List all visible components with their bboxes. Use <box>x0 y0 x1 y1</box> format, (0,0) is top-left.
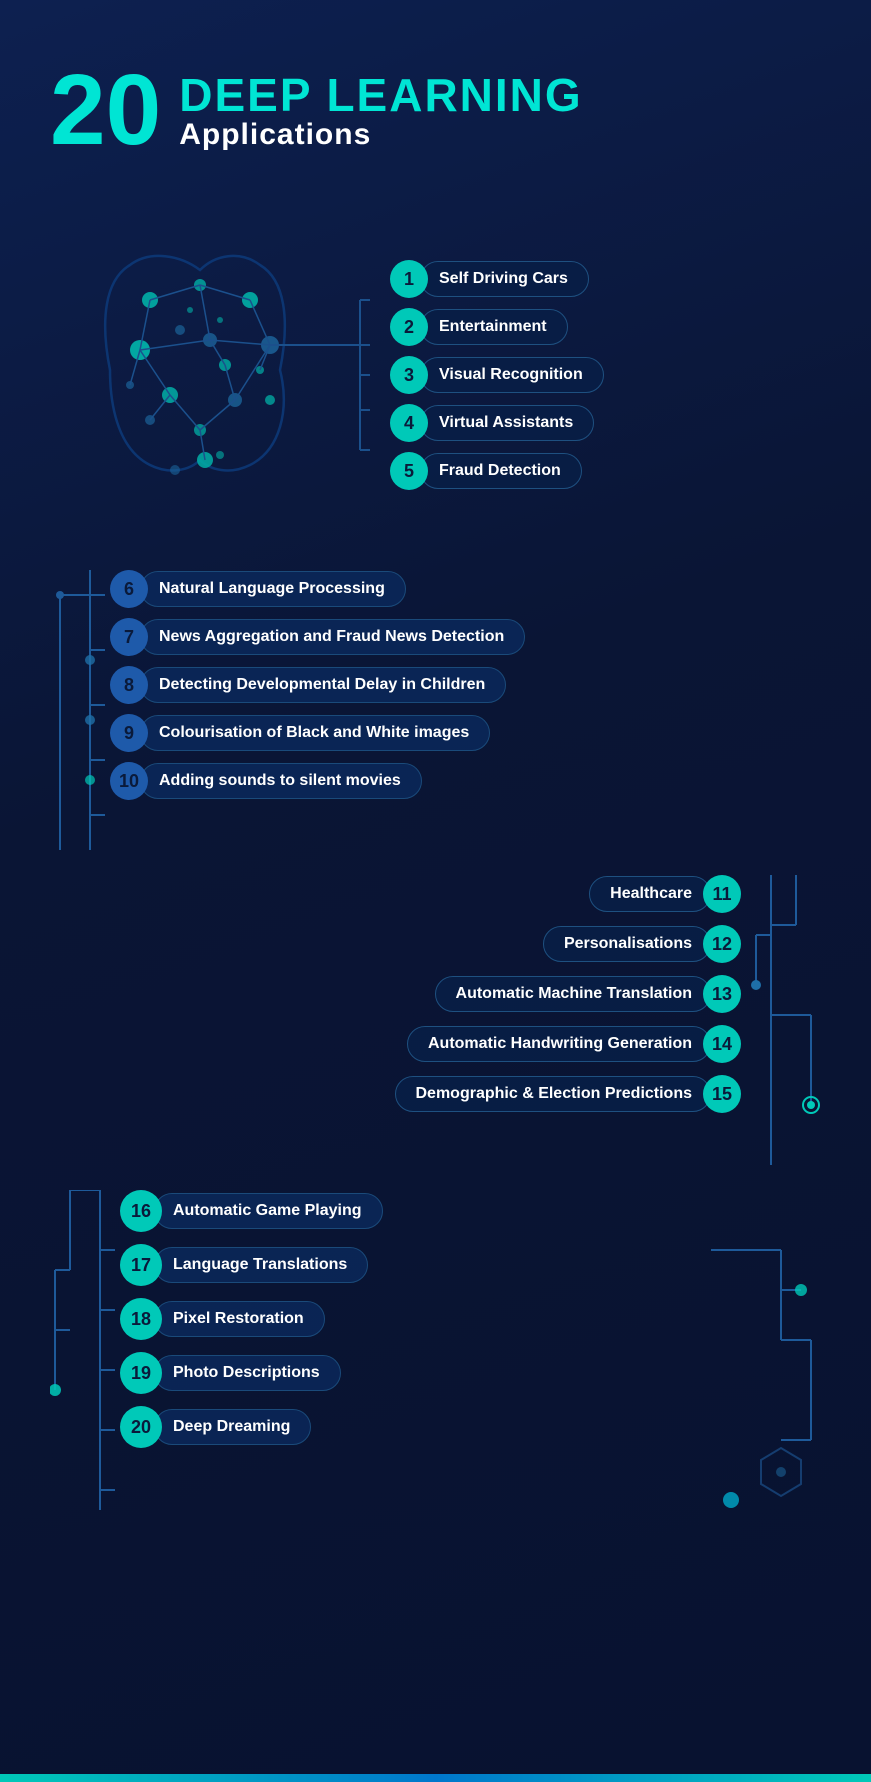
item-label: Colourisation of Black and White images <box>140 715 490 751</box>
item-label: Natural Language Processing <box>140 571 406 607</box>
item-label: Pixel Restoration <box>154 1301 325 1337</box>
item-number: 15 <box>703 1075 741 1113</box>
item-label: Photo Descriptions <box>154 1355 341 1391</box>
item-number: 18 <box>120 1298 162 1340</box>
item-label: Adding sounds to silent movies <box>140 763 422 799</box>
items-11-15: 11 Healthcare 12 Personalisations 13 Aut… <box>395 875 742 1113</box>
item-label: Visual Recognition <box>420 357 604 393</box>
circuit-decoration-bottom-left <box>50 1190 120 1515</box>
list-item: 14 Automatic Handwriting Generation <box>407 1025 741 1063</box>
item-number: 14 <box>703 1025 741 1063</box>
item-label: Automatic Machine Translation <box>435 976 711 1012</box>
circuit-decoration-bottom-right <box>701 1190 821 1515</box>
list-item: 15 Demographic & Election Predictions <box>395 1075 742 1113</box>
item-number: 4 <box>390 404 428 442</box>
items-6-10: 6 Natural Language Processing 7 News Agg… <box>110 570 821 800</box>
item-number: 8 <box>110 666 148 704</box>
item-number: 16 <box>120 1190 162 1232</box>
list-item: 11 Healthcare <box>589 875 741 913</box>
item-label: Demographic & Election Predictions <box>395 1076 712 1112</box>
list-item: 7 News Aggregation and Fraud News Detect… <box>110 618 821 656</box>
circuit-svg-left <box>50 570 110 850</box>
item-label: Language Translations <box>154 1247 368 1283</box>
list-item: 18 Pixel Restoration <box>120 1298 701 1340</box>
item-label: Virtual Assistants <box>420 405 594 441</box>
list-item: 19 Photo Descriptions <box>120 1352 701 1394</box>
list-item: 1 Self Driving Cars <box>390 260 821 298</box>
circuit-svg-bottom-right <box>701 1190 821 1510</box>
list-item: 9 Colourisation of Black and White image… <box>110 714 821 752</box>
list-item: 17 Language Translations <box>120 1244 701 1286</box>
circuit-decoration-left <box>50 570 110 855</box>
item-label: Detecting Developmental Delay in Childre… <box>140 667 506 703</box>
item-number: 11 <box>703 875 741 913</box>
item-number: 10 <box>110 762 148 800</box>
item-label: Personalisations <box>543 926 711 962</box>
list-item: 16 Automatic Game Playing <box>120 1190 701 1232</box>
item-number: 17 <box>120 1244 162 1286</box>
top-section: 1 Self Driving Cars 2 Entertainment 3 Vi… <box>50 200 821 540</box>
item-number: 2 <box>390 308 428 346</box>
list-item: 6 Natural Language Processing <box>110 570 821 608</box>
list-item: 4 Virtual Assistants <box>390 404 821 442</box>
item-number: 7 <box>110 618 148 656</box>
item-number: 3 <box>390 356 428 394</box>
header-number: 20 <box>50 60 161 160</box>
item-label: News Aggregation and Fraud News Detectio… <box>140 619 525 655</box>
items-16-20-section: 16 Automatic Game Playing 17 Language Tr… <box>50 1190 821 1515</box>
item-number: 13 <box>703 975 741 1013</box>
bottom-bar <box>0 1774 871 1782</box>
items-1-5: 1 Self Driving Cars 2 Entertainment 3 Vi… <box>390 250 821 490</box>
item-number: 19 <box>120 1352 162 1394</box>
item-number: 6 <box>110 570 148 608</box>
item-number: 12 <box>703 925 741 963</box>
items-11-15-section: 11 Healthcare 12 Personalisations 13 Aut… <box>50 875 821 1170</box>
item-number: 20 <box>120 1406 162 1448</box>
item-number: 5 <box>390 452 428 490</box>
circuit-decoration-right <box>751 875 821 1170</box>
list-item: 10 Adding sounds to silent movies <box>110 762 821 800</box>
item-number: 9 <box>110 714 148 752</box>
list-item: 5 Fraud Detection <box>390 452 821 490</box>
header-text: DEEP LEARNING Applications <box>179 72 582 160</box>
brain-svg <box>50 200 370 540</box>
list-item: 13 Automatic Machine Translation <box>435 975 741 1013</box>
circuit-svg-bottom-left <box>50 1190 120 1510</box>
list-item: 8 Detecting Developmental Delay in Child… <box>110 666 821 704</box>
brain-area <box>50 200 370 540</box>
item-label: Automatic Game Playing <box>154 1193 383 1229</box>
item-label: Entertainment <box>420 309 568 345</box>
items-6-10-section: 6 Natural Language Processing 7 News Agg… <box>50 570 821 855</box>
item-label: Fraud Detection <box>420 453 582 489</box>
item-label: Deep Dreaming <box>154 1409 311 1445</box>
list-item: 12 Personalisations <box>543 925 741 963</box>
item-number: 1 <box>390 260 428 298</box>
item-label: Automatic Handwriting Generation <box>407 1026 711 1062</box>
list-item: 2 Entertainment <box>390 308 821 346</box>
page-wrapper: 20 DEEP LEARNING Applications <box>0 0 871 1782</box>
circuit-svg-right <box>751 875 821 1165</box>
list-item: 3 Visual Recognition <box>390 356 821 394</box>
header-title: DEEP LEARNING <box>179 72 582 118</box>
item-label: Self Driving Cars <box>420 261 589 297</box>
list-item: 20 Deep Dreaming <box>120 1406 701 1448</box>
header-subtitle: Applications <box>179 118 582 152</box>
header: 20 DEEP LEARNING Applications <box>50 60 821 160</box>
items-16-20: 16 Automatic Game Playing 17 Language Tr… <box>120 1190 701 1448</box>
item-label: Healthcare <box>589 876 711 912</box>
